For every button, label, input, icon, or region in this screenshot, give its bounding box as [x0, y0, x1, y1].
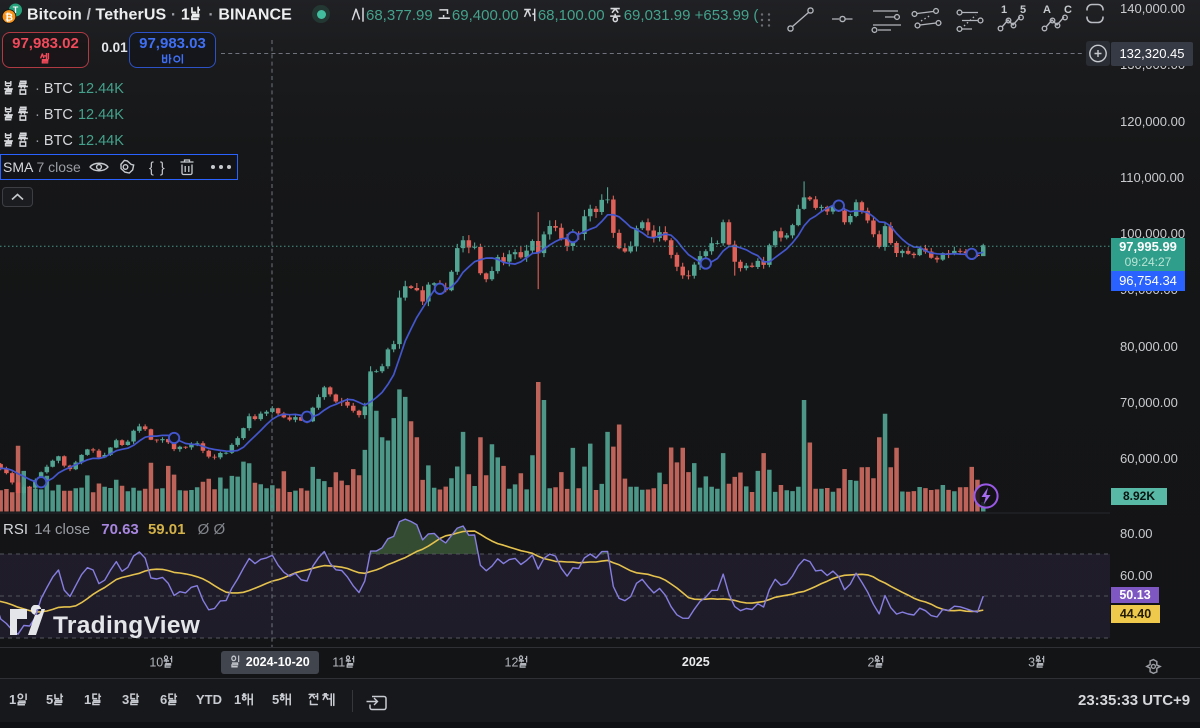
svg-text:C: C — [1064, 4, 1072, 16]
svg-text:{ }: { } — [149, 161, 166, 177]
svg-text:1: 1 — [1001, 4, 1007, 16]
svg-text:₿: ₿ — [5, 11, 13, 23]
svg-text:5: 5 — [1020, 4, 1026, 16]
svg-text:A: A — [1043, 4, 1051, 16]
svg-text:TradingView: TradingView — [53, 612, 201, 639]
